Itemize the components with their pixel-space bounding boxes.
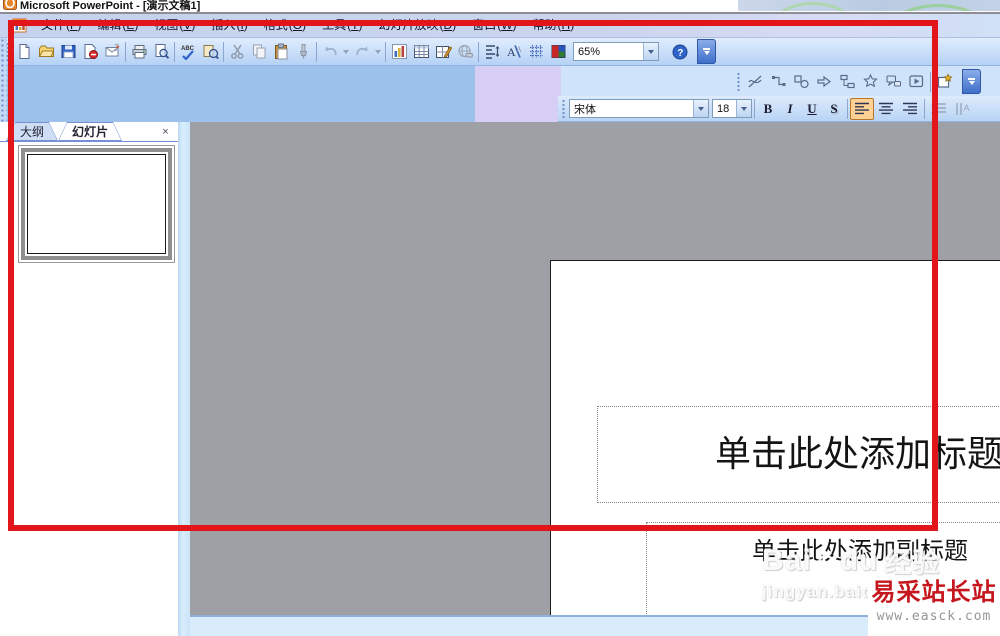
powerpoint-app-icon	[3, 0, 17, 10]
toolbar-options-icon[interactable]	[962, 69, 981, 94]
annotation-rectangle	[8, 20, 938, 531]
char-spacing-icon[interactable]: A	[951, 98, 975, 120]
svg-text:A: A	[964, 103, 970, 113]
toolbar-grip[interactable]	[0, 38, 7, 122]
easck-url-text: www.easck.com	[876, 609, 992, 624]
wallpaper-curve	[878, 4, 998, 11]
window-title: Microsoft PowerPoint - [演示文稿1]	[20, 0, 201, 12]
baidu-logo-text: du	[839, 543, 879, 577]
wallpaper-curve	[768, 2, 858, 11]
powerpoint-window: Microsoft PowerPoint - [演示文稿1] 文件(F) 编辑(…	[0, 0, 1000, 636]
baidu-logo-text: Bai	[762, 543, 812, 577]
easck-site-name: 易采站长站	[871, 580, 997, 606]
baidu-paw-icon	[813, 548, 839, 574]
titlebar: Microsoft PowerPoint - [演示文稿1]	[0, 0, 1000, 12]
jingyan-text: 经验	[884, 548, 941, 578]
easck-watermark: 易采站长站 www.easck.com	[868, 577, 1000, 636]
desktop-background	[738, 0, 1000, 11]
